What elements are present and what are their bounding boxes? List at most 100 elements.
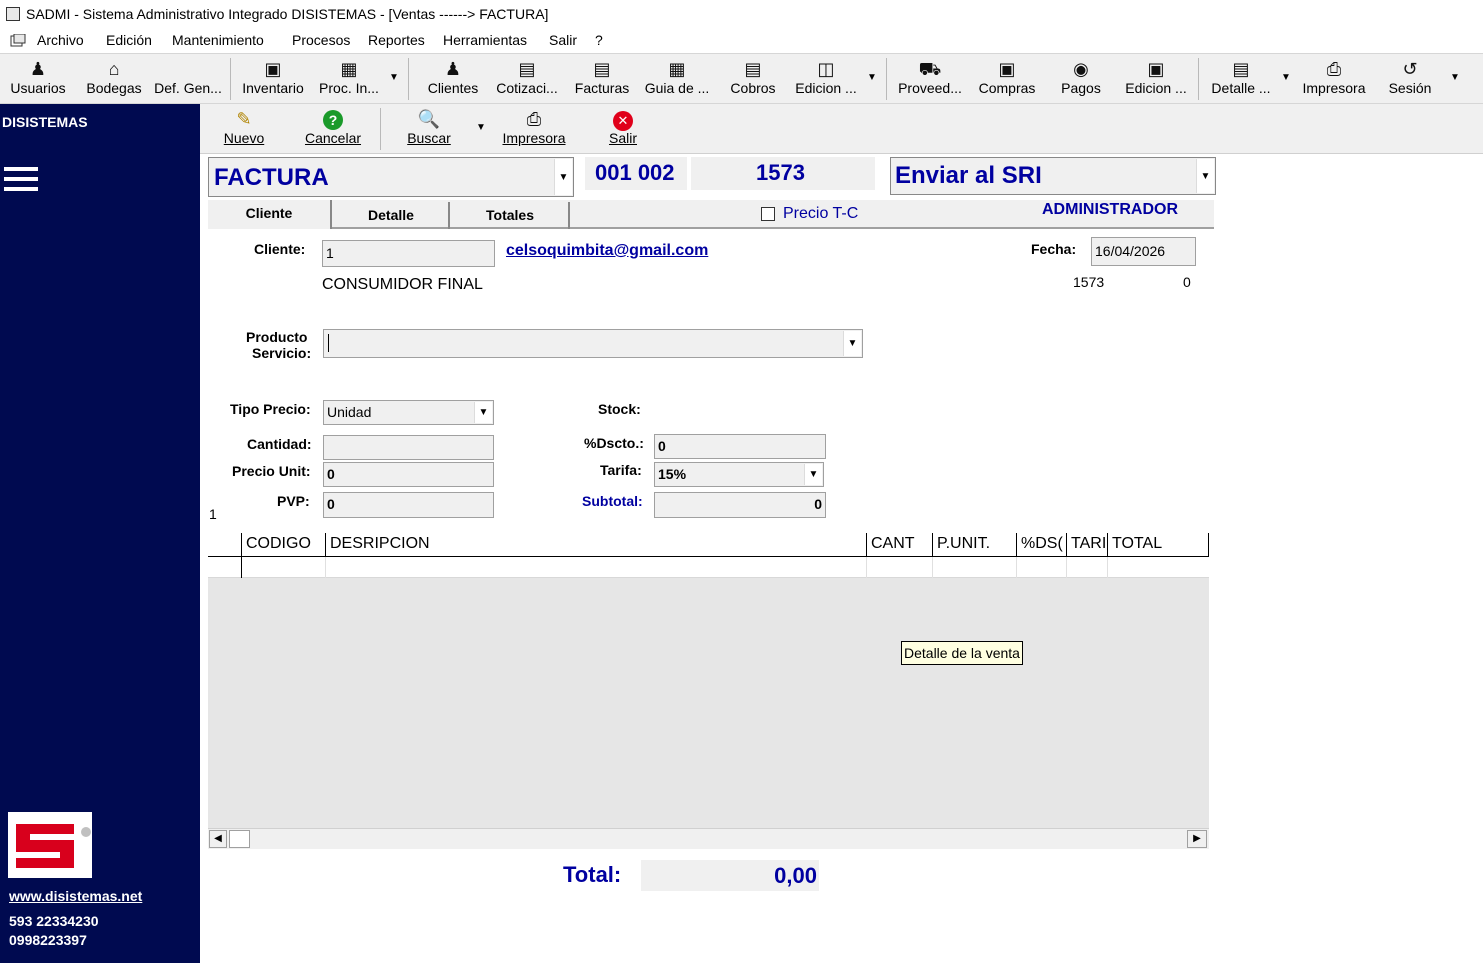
menu-reportes[interactable]: Reportes — [368, 32, 425, 48]
toolbar-facturas-button[interactable]: ▤ Facturas — [570, 54, 634, 104]
tipo-precio-select[interactable]: Unidad ▼ — [323, 400, 494, 425]
cantidad-label: Cantidad: — [247, 436, 312, 452]
col-total[interactable]: TOTAL — [1108, 533, 1209, 557]
chevron-down-icon[interactable]: ▼ — [867, 72, 877, 83]
cancelar-button[interactable]: ? Cancelar — [298, 104, 368, 154]
toolbar-detalle-button[interactable]: ▤ Detalle ... — [1206, 54, 1276, 104]
subtotal-label: Subtotal: — [582, 493, 643, 509]
scroll-right-icon[interactable]: ▶ — [1187, 830, 1207, 848]
chevron-down-icon[interactable]: ▼ — [1281, 72, 1291, 83]
chevron-down-icon[interactable]: ▼ — [476, 122, 486, 133]
tab-detalle[interactable]: Detalle — [334, 202, 450, 229]
chevron-down-icon: ▼ — [804, 464, 822, 485]
sri-action-select[interactable]: Enviar al SRI ▼ — [890, 157, 1216, 195]
phone-1: 593 22334230 — [9, 913, 99, 929]
gear-icon — [152, 54, 224, 80]
col-punit[interactable]: P.UNIT. — [933, 533, 1017, 557]
tarifa-select[interactable]: 15% ▼ — [654, 462, 824, 487]
menu-archivo[interactable]: Archivo — [37, 32, 84, 48]
toolbar-procin-button[interactable]: ▦ Proc. In... — [314, 54, 384, 104]
menu-help[interactable]: ? — [595, 32, 603, 48]
cell-divider — [325, 557, 326, 578]
toolbar-separator — [408, 58, 409, 100]
tab-cliente[interactable]: Cliente — [208, 200, 332, 229]
precio-unit-input[interactable]: 0 — [323, 462, 494, 487]
toolbar-clientes-button[interactable]: ♟ Clientes — [420, 54, 486, 104]
producto-select[interactable]: ▼ — [323, 329, 863, 358]
chevron-down-icon[interactable]: ▼ — [1450, 72, 1460, 83]
menu-salir[interactable]: Salir — [549, 32, 577, 48]
toolbar-impresora-button[interactable]: ⎙ Impresora — [1298, 54, 1370, 104]
lock-icon: ▣ — [998, 59, 1016, 79]
document-type-select[interactable]: FACTURA ▼ — [208, 157, 574, 197]
grid-row[interactable] — [208, 557, 1209, 578]
col-tarifa[interactable]: TARI — [1067, 533, 1108, 557]
toolbar-pagos-button[interactable]: ◉ Pagos — [1052, 54, 1110, 104]
dscto-label: %Dscto.: — [584, 435, 644, 451]
nuevo-button[interactable]: ✎ Nuevo — [214, 104, 274, 154]
toolbar-separator — [886, 58, 887, 100]
main-toolbar: ♟ Usuarios ⌂ Bodegas Def. Gen... ▣ Inventar… — [0, 53, 1483, 104]
toolbar-proveedores-button[interactable]: ⛟ Proveed... — [894, 54, 966, 104]
toolbar-edicion2-button[interactable]: ▣ Edicion ... — [1118, 54, 1194, 104]
scroll-left-icon[interactable]: ◀ — [209, 830, 227, 848]
toolbar-edicion-button[interactable]: ◫ Edicion ... — [790, 54, 862, 104]
phone-2: 0998223397 — [9, 932, 87, 948]
chevron-down-icon: ▼ — [843, 331, 861, 356]
website-link[interactable]: www.disistemas.net — [9, 888, 142, 904]
buscar-button[interactable]: 🔍 Buscar — [398, 104, 460, 154]
menu-herramientas[interactable]: Herramientas — [443, 32, 527, 48]
pvp-input[interactable]: 0 — [323, 492, 494, 518]
cantidad-input[interactable] — [323, 435, 494, 460]
toolbar-cotizaciones-button[interactable]: ▤ Cotizaci... — [492, 54, 562, 104]
house-icon: ⌂ — [108, 59, 120, 79]
tab-totales[interactable]: Totales — [452, 202, 570, 229]
document-toolbar: ✎ Nuevo ? Cancelar 🔍 Buscar ▼ ⎙ Impresora ✕ S… — [200, 104, 1483, 154]
chevron-down-icon: ▼ — [554, 159, 572, 195]
impresora-button[interactable]: ⎙ Impresora — [496, 104, 572, 154]
menu-procesos[interactable]: Procesos — [292, 32, 350, 48]
menu-edicion[interactable]: Edición — [106, 32, 152, 48]
pvp-label: PVP: — [277, 493, 310, 509]
toolbar-inventario-button[interactable]: ▣ Inventario — [236, 54, 310, 104]
toolbar-separator — [380, 108, 381, 150]
toolbar-usuarios-button[interactable]: ♟ Usuarios — [4, 54, 72, 104]
inventory-icon: ▣ — [264, 59, 282, 79]
toolbar-defgen-button[interactable]: Def. Gen... — [152, 54, 224, 104]
user-label: ADMINISTRADOR — [1042, 201, 1178, 218]
total-value: 0,00 — [641, 860, 819, 891]
toolbar-sesion-button[interactable]: ↺ Sesión — [1382, 54, 1438, 104]
help-circle-icon: ? — [298, 104, 368, 130]
cliente-input[interactable]: 1 — [322, 240, 495, 267]
fecha-input[interactable]: 16/04/2026 — [1091, 237, 1196, 266]
info-number: 1573 — [1073, 274, 1105, 290]
disistemas-logo — [8, 812, 94, 878]
toolbar-compras-button[interactable]: ▣ Compras — [972, 54, 1042, 104]
detail-grid[interactable] — [208, 533, 1209, 849]
col-dscto[interactable]: %DS( — [1017, 533, 1067, 557]
salir-button[interactable]: ✕ Salir — [598, 104, 648, 154]
dscto-input[interactable]: 0 — [654, 434, 826, 459]
chevron-down-icon: ▼ — [1196, 159, 1214, 193]
window-title: SADMI - Sistema Administrativo Integrado… — [26, 6, 549, 22]
toolbar-bodegas-button[interactable]: ⌂ Bodegas — [80, 54, 148, 104]
document-icon: ▤ — [593, 59, 611, 79]
truck-icon: ⛟ — [918, 59, 942, 79]
precio-tc-checkbox[interactable] — [761, 207, 775, 221]
grid-horizontal-scrollbar[interactable]: ◀ ▶ — [208, 828, 1209, 849]
col-cant[interactable]: CANT — [867, 533, 933, 557]
toolbar-cobros-button[interactable]: ▤ Cobros — [722, 54, 784, 104]
servicio-label: Servicio: — [252, 345, 312, 361]
toolbar-guia-button[interactable]: ▦ Guia de ... — [640, 54, 714, 104]
col-descripcion[interactable]: DESRIPCION — [326, 533, 867, 557]
chevron-down-icon[interactable]: ▼ — [389, 72, 399, 83]
scroll-thumb[interactable] — [229, 830, 250, 848]
menu-mantenimiento[interactable]: Mantenimiento — [172, 32, 264, 48]
hamburger-menu-icon[interactable] — [4, 164, 38, 198]
cell-divider — [932, 557, 933, 578]
toolbar-separator — [230, 58, 231, 100]
mdi-menu-icon[interactable] — [10, 33, 26, 48]
client-email-link[interactable]: celsoquimbita@gmail.com — [506, 242, 708, 260]
col-codigo[interactable]: CODIGO — [242, 533, 326, 557]
tarifa-label: Tarifa: — [600, 462, 642, 478]
